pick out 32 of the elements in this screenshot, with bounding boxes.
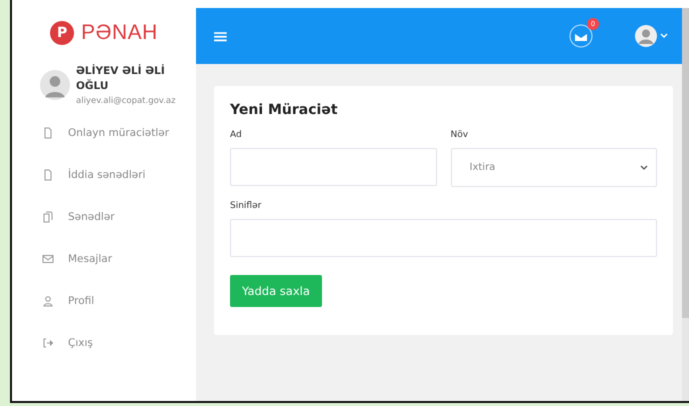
scrollbar[interactable] xyxy=(682,8,689,401)
avatar-icon xyxy=(635,25,657,47)
mail-icon xyxy=(42,253,54,265)
nav-item[interactable]: Profil xyxy=(12,280,196,322)
select-field[interactable]: Ixtira xyxy=(450,148,657,187)
user-name: ƏLİYEV ƏLİ ƏLİ OĞLU xyxy=(76,64,166,94)
nav-item[interactable]: Onlayn müraciətlər xyxy=(12,112,196,154)
nav-item[interactable]: Mesajlar xyxy=(12,238,196,280)
files-icon xyxy=(42,211,54,223)
nav-item[interactable]: Çıxış xyxy=(12,322,196,364)
input-field[interactable] xyxy=(230,148,436,186)
field-label: Siniflər xyxy=(230,201,262,211)
form-title: Yeni Müraciət xyxy=(230,102,339,118)
file-icon xyxy=(42,169,54,181)
nav-item[interactable]: Sənədlər xyxy=(12,196,196,238)
file-icon xyxy=(42,127,54,139)
logo-icon: P xyxy=(50,21,74,45)
user-email: aliyev.ali@copat.gov.az xyxy=(76,96,177,106)
user-icon xyxy=(42,295,54,307)
chevron-down-icon xyxy=(640,164,648,170)
menu-button[interactable]: ≡ xyxy=(212,24,229,48)
nav-item[interactable]: İddia sənədləri xyxy=(12,154,196,196)
input-field[interactable] xyxy=(230,219,657,257)
brand-name: PƏNAH xyxy=(81,21,158,45)
avatar-icon xyxy=(40,68,70,102)
chevron-down-icon xyxy=(660,33,668,39)
field-label: Ad xyxy=(230,130,243,140)
save-button[interactable]: Yadda saxla xyxy=(230,275,322,307)
profile-menu-button[interactable] xyxy=(635,25,668,47)
mail-icon xyxy=(569,24,593,48)
logout-icon xyxy=(42,337,54,349)
field-label: Növ xyxy=(450,130,470,140)
